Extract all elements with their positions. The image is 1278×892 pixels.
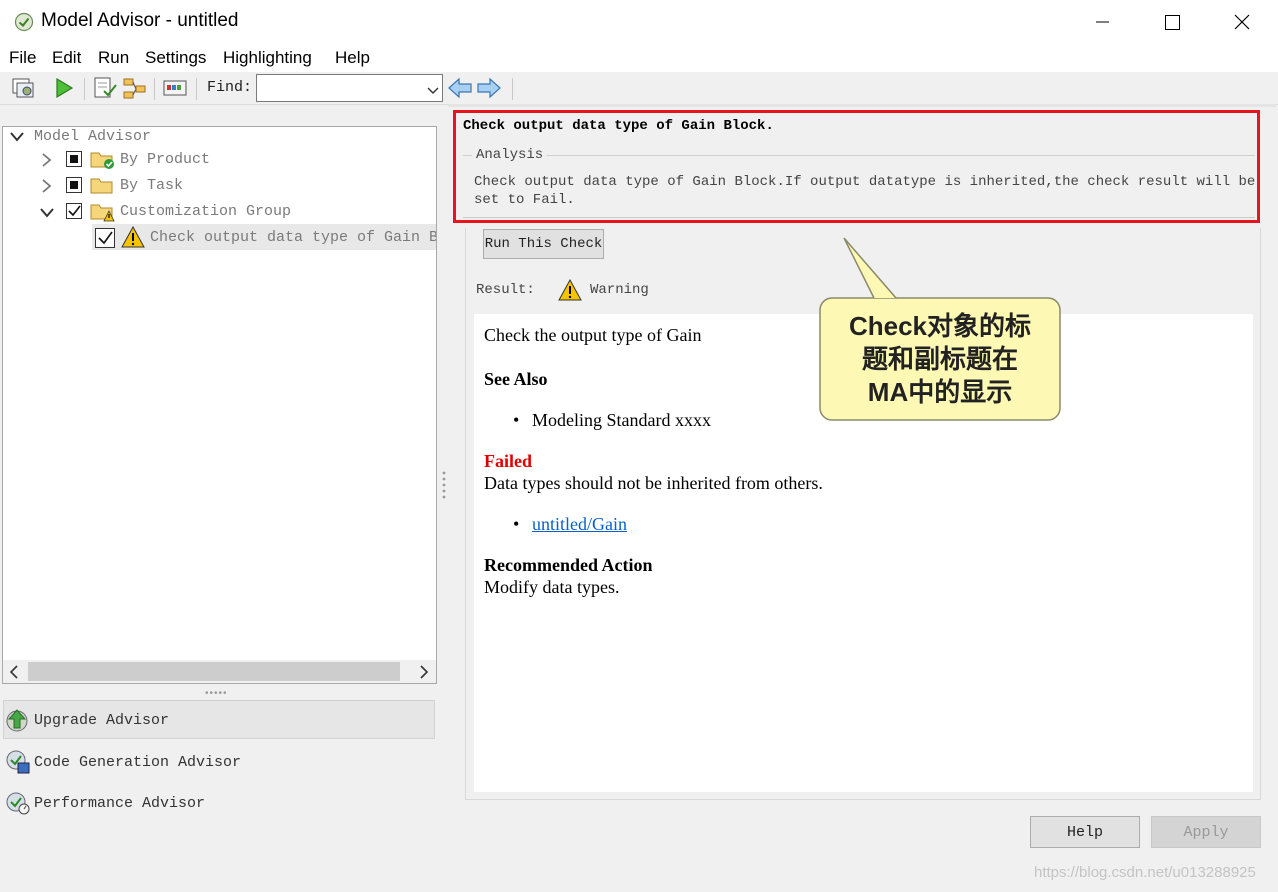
- tree-item-by-product[interactable]: By Product: [120, 151, 210, 168]
- folder-warning-icon: [90, 200, 116, 222]
- app-icon: [14, 12, 34, 32]
- vertical-splitter-grip[interactable]: [441, 470, 447, 505]
- horizontal-scrollbar[interactable]: [3, 660, 436, 683]
- maximize-button[interactable]: [1137, 0, 1207, 44]
- scrollbar-thumb[interactable]: [28, 662, 400, 681]
- menu-run[interactable]: Run: [98, 48, 129, 68]
- model-hierarchy-icon[interactable]: [122, 76, 148, 100]
- tree-checkbox-partial[interactable]: [66, 151, 82, 167]
- menu-highlighting[interactable]: Highlighting: [223, 48, 312, 68]
- menu-help[interactable]: Help: [335, 48, 370, 68]
- toolbar-separator: [196, 78, 197, 100]
- right-panel-frame: [448, 104, 1276, 107]
- chevron-right-icon[interactable]: [41, 179, 53, 198]
- help-button[interactable]: Help: [1030, 816, 1140, 848]
- highlight-box: [453, 110, 1260, 223]
- select-checks-icon[interactable]: [11, 76, 37, 100]
- folder-check-icon: [90, 148, 116, 170]
- right-panel-border: [465, 228, 1261, 800]
- toolbar-separator: [154, 78, 155, 100]
- chevron-down-icon[interactable]: [427, 83, 439, 101]
- window-title: Model Advisor - untitled: [41, 10, 239, 31]
- performance-icon: [5, 790, 31, 816]
- minimize-button[interactable]: [1067, 0, 1137, 44]
- chevron-right-icon[interactable]: [41, 153, 53, 172]
- code-generation-advisor-label[interactable]: Code Generation Advisor: [34, 754, 241, 771]
- warning-icon: [121, 225, 145, 248]
- toolbar: [0, 72, 1278, 105]
- watermark: https://blog.csdn.net/u013288925: [1034, 864, 1256, 881]
- tree-item-check-gain[interactable]: Check output data type of Gain Block: [150, 229, 436, 246]
- find-previous-icon[interactable]: [447, 77, 473, 99]
- scroll-left-icon[interactable]: [9, 665, 19, 684]
- menu-edit[interactable]: Edit: [52, 48, 81, 68]
- tree-root-label[interactable]: Model Advisor: [34, 128, 151, 145]
- run-checks-icon[interactable]: [52, 76, 76, 100]
- scroll-right-icon[interactable]: [419, 665, 429, 684]
- report-icon[interactable]: [92, 76, 118, 100]
- tree-checkbox-partial[interactable]: [66, 177, 82, 193]
- tree-item-by-task[interactable]: By Task: [120, 177, 183, 194]
- find-label: Find:: [207, 79, 253, 96]
- folder-icon: [90, 174, 116, 196]
- tree-checkbox-checked[interactable]: [95, 228, 115, 248]
- toolbar-separator: [512, 78, 513, 100]
- find-combobox[interactable]: [256, 74, 443, 102]
- code-generation-icon: [5, 749, 31, 775]
- upgrade-icon: [5, 707, 31, 733]
- close-button[interactable]: [1207, 0, 1277, 44]
- dashboard-icon[interactable]: [162, 76, 188, 100]
- performance-advisor-label[interactable]: Performance Advisor: [34, 795, 205, 812]
- splitter-grip[interactable]: •••••: [205, 688, 228, 699]
- chevron-down-icon[interactable]: [40, 206, 54, 224]
- toolbar-separator: [84, 78, 85, 100]
- menu-settings[interactable]: Settings: [145, 48, 206, 68]
- upgrade-advisor-label[interactable]: Upgrade Advisor: [34, 712, 169, 729]
- find-next-icon[interactable]: [476, 77, 502, 99]
- chevron-down-icon[interactable]: [10, 130, 24, 148]
- apply-button[interactable]: Apply: [1151, 816, 1261, 848]
- menu-file[interactable]: File: [9, 48, 36, 68]
- tree-checkbox-checked[interactable]: [66, 203, 82, 219]
- tree-item-customization-group[interactable]: Customization Group: [120, 203, 291, 220]
